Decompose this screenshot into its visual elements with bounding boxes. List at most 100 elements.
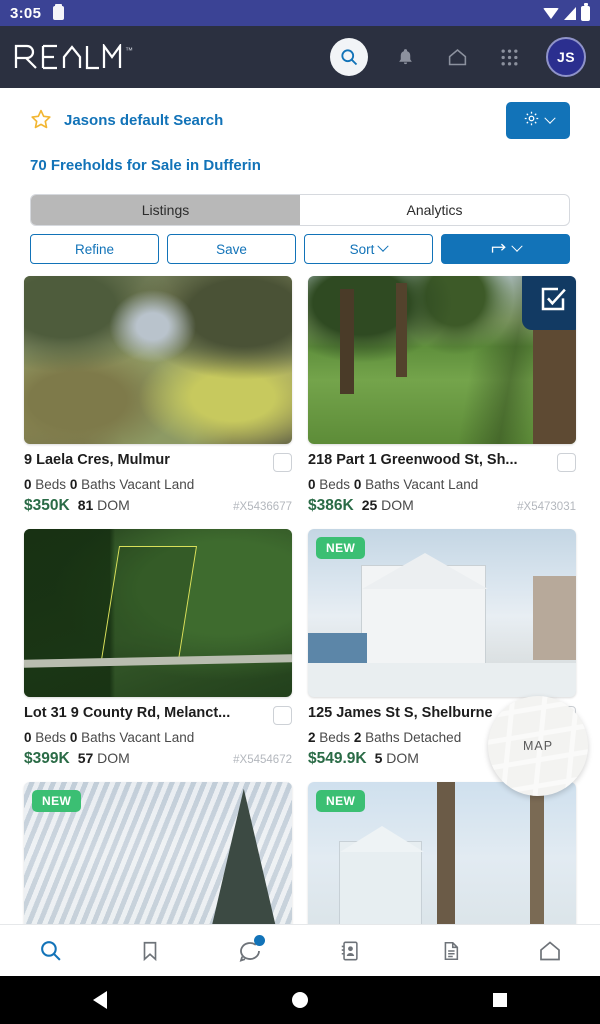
- main-content: Jasons default Search 70 Freeholds for S…: [0, 88, 600, 924]
- listing-dom: 81 DOM: [77, 497, 130, 513]
- apps-grid-icon[interactable]: [494, 42, 524, 72]
- listing-beds-count: 0: [308, 477, 316, 492]
- listing-property-type: Vacant Land: [119, 477, 195, 492]
- listing-price: $350K: [24, 497, 70, 514]
- new-badge: NEW: [32, 790, 82, 812]
- recents-square-icon[interactable]: [493, 993, 508, 1007]
- listing-card[interactable]: NEW: [24, 782, 292, 924]
- map-toggle-button[interactable]: MAP: [488, 696, 588, 796]
- listing-photo[interactable]: [24, 276, 292, 444]
- sort-button[interactable]: Sort: [304, 234, 433, 264]
- listing-mls-number: #X5436677: [233, 501, 292, 513]
- listing-select-checkbox[interactable]: [273, 706, 292, 725]
- listing-title-row: 218 Part 1 Greenwood St, Sh...: [308, 452, 576, 472]
- app-bar-icons: JS: [330, 37, 586, 77]
- saved-search-left: Jasons default Search: [30, 108, 223, 134]
- listing-address[interactable]: 125 James St S, Shelburne: [308, 705, 493, 722]
- listing-photo[interactable]: [24, 529, 292, 697]
- avatar[interactable]: JS: [546, 37, 586, 77]
- bell-icon[interactable]: [390, 42, 420, 72]
- android-system-nav: [0, 976, 600, 1024]
- nav-document-icon[interactable]: [428, 933, 472, 969]
- avatar-initials: JS: [556, 49, 576, 65]
- listing-info: 218 Part 1 Greenwood St, Sh... 0 Beds 0 …: [308, 444, 576, 515]
- status-time: 3:05: [10, 4, 42, 22]
- listing-address[interactable]: 9 Laela Cres, Mulmur: [24, 452, 170, 469]
- realm-logo[interactable]: ™: [14, 44, 133, 70]
- map-label: MAP: [522, 739, 554, 753]
- save-button[interactable]: Save: [167, 234, 296, 264]
- listing-property-type: Vacant Land: [403, 477, 479, 492]
- listing-dom: 5 DOM: [374, 750, 419, 766]
- nav-home-icon[interactable]: [528, 933, 572, 969]
- gear-icon: [523, 110, 540, 132]
- listing-price: $549.9K: [308, 750, 367, 767]
- status-bar-right: [543, 2, 590, 21]
- listing-card[interactable]: 218 Part 1 Greenwood St, Sh... 0 Beds 0 …: [308, 276, 576, 515]
- listing-card[interactable]: NEW: [308, 782, 576, 924]
- listing-specs: 0 Beds 0 Baths Vacant Land: [24, 477, 292, 492]
- listing-beds-label: Beds: [319, 730, 351, 745]
- home-circle-icon[interactable]: [291, 992, 308, 1008]
- share-button[interactable]: [441, 234, 570, 264]
- action-buttons: Refine Save Sort: [30, 234, 570, 264]
- nav-contacts-icon[interactable]: [328, 933, 372, 969]
- new-badge: NEW: [316, 790, 366, 812]
- listing-dom: 57 DOM: [77, 750, 130, 766]
- listing-specs: 0 Beds 0 Baths Vacant Land: [308, 477, 576, 492]
- listing-photo[interactable]: NEW: [308, 529, 576, 697]
- app-screen: 3:05 ™ JS Jasons default Search 70 Freeh…: [0, 0, 600, 1024]
- chevron-down-icon: [377, 240, 390, 252]
- home-icon[interactable]: [442, 42, 472, 72]
- nav-search-icon[interactable]: [28, 933, 72, 969]
- save-label: Save: [216, 241, 247, 257]
- listing-address[interactable]: 218 Part 1 Greenwood St, Sh...: [308, 452, 518, 469]
- listing-specs: 0 Beds 0 Baths Vacant Land: [24, 730, 292, 745]
- listing-title-row: 9 Laela Cres, Mulmur: [24, 452, 292, 472]
- chevron-down-icon: [510, 240, 523, 252]
- listing-baths-label: Baths: [365, 477, 400, 492]
- listing-baths-label: Baths: [81, 730, 116, 745]
- tab-analytics[interactable]: Analytics: [300, 195, 569, 225]
- listing-mls-number: #X5473031: [517, 501, 576, 513]
- listing-beds-label: Beds: [35, 477, 67, 492]
- saved-search-name[interactable]: Jasons default Search: [64, 112, 223, 129]
- listing-photo[interactable]: NEW: [308, 782, 576, 924]
- nav-bookmark-icon[interactable]: [128, 933, 172, 969]
- back-triangle-icon[interactable]: [92, 991, 107, 1009]
- listing-beds-count: 0: [24, 477, 32, 492]
- tab-listings[interactable]: Listings: [31, 195, 300, 225]
- listing-baths-label: Baths: [365, 730, 400, 745]
- listing-photo[interactable]: [308, 276, 576, 444]
- listing-price-row: $399K 57 DOM #X5454672: [24, 750, 292, 768]
- search-icon[interactable]: [330, 38, 368, 76]
- listing-card[interactable]: Lot 31 9 County Rd, Melanct... 0 Beds 0 …: [24, 529, 292, 768]
- listing-baths-count: 2: [353, 730, 362, 745]
- listing-price-row: $386K 25 DOM #X5473031: [308, 497, 576, 515]
- listing-baths-count: 0: [69, 730, 78, 745]
- listing-baths-label: Baths: [81, 477, 116, 492]
- refine-button[interactable]: Refine: [30, 234, 159, 264]
- page-title: 70 Freeholds for Sale in Dufferin: [30, 157, 261, 174]
- listing-beds-count: 2: [308, 730, 316, 745]
- listing-select-checkbox[interactable]: [557, 453, 576, 472]
- listing-beds-label: Beds: [319, 477, 351, 492]
- listing-property-type: Detached: [403, 730, 462, 745]
- listing-select-checkbox[interactable]: [273, 453, 292, 472]
- listing-photo[interactable]: NEW: [24, 782, 292, 924]
- bottom-navigation: [0, 924, 600, 976]
- notification-dot: [254, 934, 265, 946]
- listing-dom: 25 DOM: [361, 497, 414, 513]
- listing-address[interactable]: Lot 31 9 County Rd, Melanct...: [24, 705, 230, 722]
- listings-grid: 9 Laela Cres, Mulmur 0 Beds 0 Baths Vaca…: [0, 264, 600, 924]
- status-bar: 3:05: [0, 0, 600, 26]
- search-settings-button[interactable]: [506, 102, 570, 139]
- nav-chat-icon[interactable]: [228, 933, 272, 969]
- listing-selected-checkbox[interactable]: [522, 276, 576, 330]
- listing-card[interactable]: 9 Laela Cres, Mulmur 0 Beds 0 Baths Vaca…: [24, 276, 292, 515]
- listing-title-row: Lot 31 9 County Rd, Melanct...: [24, 705, 292, 725]
- listing-price: $386K: [308, 497, 354, 514]
- listing-info: Lot 31 9 County Rd, Melanct... 0 Beds 0 …: [24, 697, 292, 768]
- star-outline-icon[interactable]: [30, 108, 52, 134]
- trademark-symbol: ™: [125, 46, 133, 55]
